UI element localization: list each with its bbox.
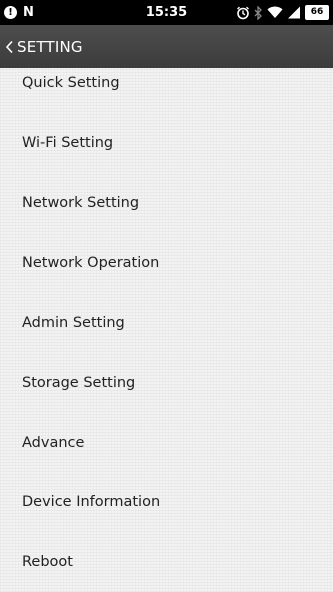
wifi-icon <box>267 6 283 19</box>
menu-item-label: Wi-Fi Setting <box>22 135 114 151</box>
menu-item-storage-setting[interactable]: Storage Setting <box>0 353 333 413</box>
menu-item-label: Reboot <box>22 554 73 570</box>
alarm-icon <box>236 6 250 20</box>
chevron-left-icon <box>5 40 14 54</box>
bluetooth-icon <box>254 5 263 20</box>
battery-icon: 66 <box>305 5 329 20</box>
menu-item-reboot[interactable]: Reboot <box>0 532 333 592</box>
menu-item-wifi-setting[interactable]: Wi-Fi Setting <box>0 113 333 173</box>
status-bar: ! N 15:35 66 <box>0 0 333 25</box>
menu-item-network-setting[interactable]: Network Setting <box>0 173 333 233</box>
menu-item-quick-setting[interactable]: Quick Setting <box>0 53 333 113</box>
menu-item-label: Storage Setting <box>22 375 136 391</box>
menu-item-label: Quick Setting <box>22 75 120 91</box>
menu-item-label: Network Operation <box>22 255 160 271</box>
menu-item-advance[interactable]: Advance <box>0 413 333 473</box>
menu-item-label: Admin Setting <box>22 315 125 331</box>
menu-item-admin-setting[interactable]: Admin Setting <box>0 293 333 353</box>
menu-item-label: Device Information <box>22 494 161 510</box>
signal-icon <box>287 6 301 19</box>
settings-menu: Quick Setting Wi-Fi Setting Network Sett… <box>0 68 333 592</box>
menu-item-network-operation[interactable]: Network Operation <box>0 233 333 293</box>
menu-item-label: Advance <box>22 435 85 451</box>
menu-item-label: Network Setting <box>22 195 140 211</box>
status-bar-right: 66 <box>232 3 329 22</box>
menu-item-device-information[interactable]: Device Information <box>0 472 333 532</box>
